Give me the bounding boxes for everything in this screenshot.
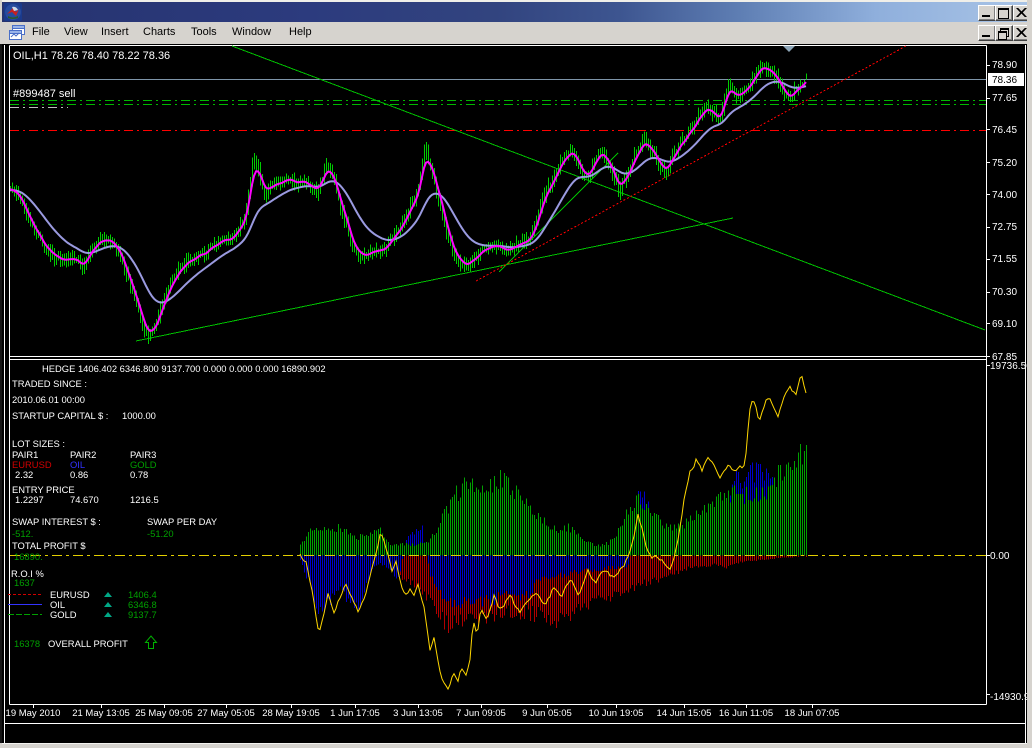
svg-text:27 May 05:05: 27 May 05:05 bbox=[197, 708, 255, 719]
svg-text:1216.5: 1216.5 bbox=[130, 494, 159, 505]
svg-text:-14930.9: -14930.9 bbox=[990, 692, 1030, 703]
svg-text:1.2297: 1.2297 bbox=[15, 494, 44, 505]
svg-text:19 May 2010: 19 May 2010 bbox=[6, 708, 61, 719]
svg-text:SWAP INTEREST $ :: SWAP INTEREST $ : bbox=[12, 516, 101, 527]
svg-text:LOT SIZES :: LOT SIZES : bbox=[12, 438, 65, 449]
svg-text:74.00: 74.00 bbox=[992, 190, 1017, 201]
svg-text:STARTUP CAPITAL $ :: STARTUP CAPITAL $ : bbox=[12, 410, 108, 421]
svg-text:25 May 09:05: 25 May 09:05 bbox=[135, 708, 193, 719]
svg-text:0.00: 0.00 bbox=[990, 551, 1010, 562]
svg-text:7 Jun 09:05: 7 Jun 09:05 bbox=[456, 708, 506, 719]
svg-text:HEDGE 1406.402 6346.800 9137.7: HEDGE 1406.402 6346.800 9137.700 0.000 0… bbox=[42, 363, 326, 374]
svg-text:21 May 13:05: 21 May 13:05 bbox=[72, 708, 130, 719]
svg-text:OIL,H1 78.26 78.40 78.22 78.3: OIL,H1 78.26 78.40 78.22 78.36 bbox=[13, 50, 170, 62]
svg-text:9 Jun 05:05: 9 Jun 05:05 bbox=[522, 708, 572, 719]
svg-text:SWAP PER DAY: SWAP PER DAY bbox=[147, 516, 218, 527]
svg-text:1000.00: 1000.00 bbox=[122, 410, 156, 421]
svg-text:69.10: 69.10 bbox=[992, 319, 1017, 330]
svg-text:2.32: 2.32 bbox=[15, 469, 33, 480]
svg-text:3 Jun 13:05: 3 Jun 13:05 bbox=[393, 708, 443, 719]
svg-text:14 Jun 15:05: 14 Jun 15:05 bbox=[657, 708, 712, 719]
svg-text:18 Jun 07:05: 18 Jun 07:05 bbox=[785, 708, 840, 719]
svg-text:1637: 1637 bbox=[14, 577, 35, 588]
svg-text:EURUSD: EURUSD bbox=[12, 459, 52, 470]
svg-text:77.65: 77.65 bbox=[992, 93, 1017, 104]
svg-text:TRADED SINCE :: TRADED SINCE : bbox=[12, 378, 87, 389]
svg-text:74.670: 74.670 bbox=[70, 494, 99, 505]
svg-text:TOTAL PROFIT $: TOTAL PROFIT $ bbox=[12, 540, 86, 551]
svg-text:OVERALL PROFIT: OVERALL PROFIT bbox=[48, 638, 128, 649]
svg-text:#899487 sell: #899487 sell bbox=[13, 88, 75, 100]
svg-text:-512.: -512. bbox=[12, 528, 33, 539]
svg-text:GOLD: GOLD bbox=[130, 459, 157, 470]
svg-text:-51.20: -51.20 bbox=[147, 528, 174, 539]
svg-text:1 Jun 17:05: 1 Jun 17:05 bbox=[330, 708, 380, 719]
svg-text:10 Jun 19:05: 10 Jun 19:05 bbox=[589, 708, 644, 719]
svg-text:70.30: 70.30 bbox=[992, 287, 1017, 298]
svg-text:0.78: 0.78 bbox=[130, 469, 148, 480]
svg-text:78.90: 78.90 bbox=[992, 60, 1017, 71]
svg-text:9137.7: 9137.7 bbox=[128, 609, 157, 620]
svg-text:16 Jun 11:05: 16 Jun 11:05 bbox=[719, 708, 773, 719]
svg-text:78.36: 78.36 bbox=[992, 75, 1017, 86]
svg-text:75.20: 75.20 bbox=[992, 158, 1017, 169]
svg-text:OIL: OIL bbox=[70, 459, 85, 470]
svg-text:2010.06.01 00:00: 2010.06.01 00:00 bbox=[12, 394, 85, 405]
svg-text:16890.: 16890. bbox=[14, 551, 43, 562]
svg-text:16378: 16378 bbox=[14, 638, 40, 649]
svg-text:0.86: 0.86 bbox=[70, 469, 88, 480]
svg-text:71.55: 71.55 bbox=[992, 254, 1017, 265]
svg-text:76.45: 76.45 bbox=[992, 125, 1017, 136]
svg-text:28 May 19:05: 28 May 19:05 bbox=[262, 708, 320, 719]
svg-text:GOLD: GOLD bbox=[50, 609, 77, 620]
svg-text:72.75: 72.75 bbox=[992, 222, 1017, 233]
